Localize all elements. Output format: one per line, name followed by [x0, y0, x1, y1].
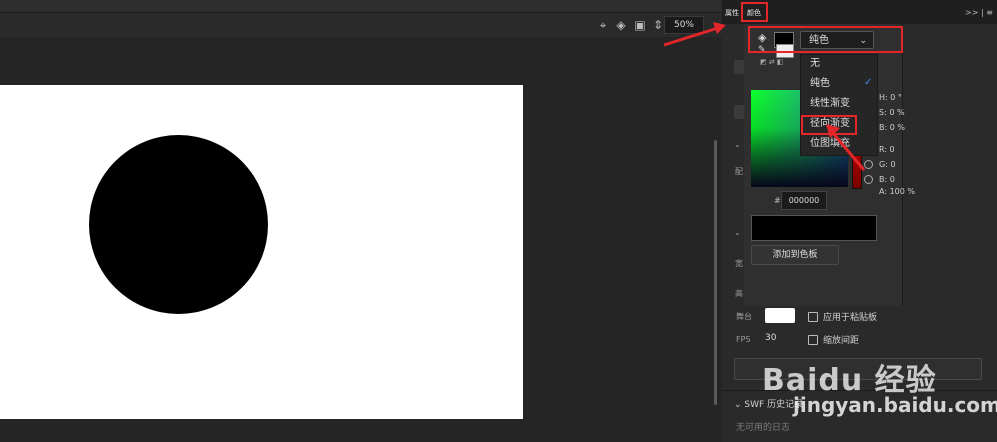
collapse-chevron-icon[interactable]: ⌄	[734, 140, 741, 149]
alpha-value: A: 100 %	[879, 187, 915, 196]
stage-label: 舞台	[736, 312, 752, 321]
option-solid[interactable]: 纯色	[810, 76, 830, 92]
red-arrow-to-radial-option	[826, 124, 866, 171]
scale-spacing-checkbox[interactable]	[808, 335, 818, 345]
fill-row-highlight	[748, 26, 903, 53]
fps-label: FPS	[736, 335, 751, 344]
side-label-match: 配	[735, 167, 743, 176]
side-button[interactable]	[734, 105, 744, 119]
empty-log-text: 无可用的日志	[736, 423, 791, 433]
check-icon: ✓	[864, 77, 873, 88]
add-to-swatches-button[interactable]: 添加到色板	[751, 245, 839, 265]
fps-value[interactable]: 30	[765, 333, 776, 343]
scale-spacing-label: 缩放间距	[823, 336, 860, 346]
collapse-chevron-icon-2[interactable]: ⌄	[734, 228, 741, 237]
stage-color-swatch[interactable]	[765, 308, 795, 323]
tab-color[interactable]: 颜色	[744, 4, 764, 22]
swf-label: SWF	[744, 400, 765, 410]
side-toggle[interactable]	[734, 60, 744, 74]
side-label-height: 高	[735, 289, 743, 298]
red-value: R: 0	[879, 145, 895, 154]
vertical-scrollbar[interactable]	[714, 140, 717, 405]
hue-value: H: 0 °	[879, 93, 902, 102]
panel-menu-icon[interactable]: >> | ≡	[965, 8, 993, 17]
option-none[interactable]: 无	[810, 56, 820, 72]
color-preview	[751, 215, 877, 241]
paint-bucket-icon[interactable]: ◈	[614, 18, 628, 32]
black-circle-shape[interactable]	[89, 135, 268, 314]
brightness-value: B: 0 %	[879, 123, 905, 132]
saturation-value: S: 0 %	[879, 108, 905, 117]
side-label-width: 宽	[735, 259, 743, 268]
hex-input[interactable]: 000000	[781, 191, 827, 210]
clip-canvas-icon[interactable]: ▣	[633, 18, 647, 32]
baidu-watermark-site: jingyan.baidu.com	[793, 393, 997, 417]
top-strip	[0, 0, 722, 13]
red-arrow-to-color-tab	[663, 22, 726, 47]
option-linear-gradient[interactable]: 线性渐变	[810, 96, 850, 112]
apply-pasteboard-label: 应用于粘贴板	[823, 313, 878, 323]
apply-pasteboard-checkbox[interactable]	[808, 312, 818, 322]
center-stage-icon[interactable]: ⌖	[596, 18, 610, 32]
blue-value: B: 0	[879, 175, 895, 184]
swap-colors-icon[interactable]: ◩ ⇄ ◧	[760, 58, 784, 66]
chevron-down-icon: ⌄	[734, 400, 745, 410]
green-value: G: 0	[879, 160, 896, 169]
hex-label: #	[774, 196, 781, 205]
